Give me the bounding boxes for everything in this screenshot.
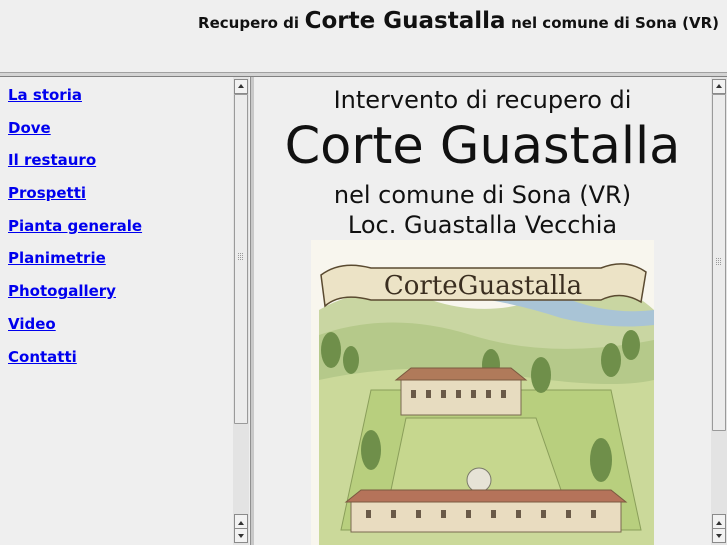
- comune-subtitle: nel comune di Sona (VR): [333, 181, 632, 209]
- illustration-drawing: CorteGuastalla: [311, 240, 654, 545]
- nav-item-la-storia: La storia: [8, 85, 142, 118]
- nav-link[interactable]: La storia: [8, 86, 82, 104]
- scroll-up-button[interactable]: [712, 79, 726, 94]
- nav-link[interactable]: Dove: [8, 119, 51, 137]
- header-prefix: Recupero di: [198, 14, 300, 32]
- corte-guastalla-illustration: CorteGuastalla: [311, 240, 654, 545]
- nav-link[interactable]: Contatti: [8, 348, 77, 366]
- nav-item-contatti: Contatti: [8, 347, 142, 380]
- scroll-down-button[interactable]: [712, 528, 726, 543]
- nav-item-pianta-generale: Pianta generale: [8, 216, 142, 249]
- arrow-up-icon: [716, 84, 722, 88]
- scroll-up-button[interactable]: [234, 79, 248, 94]
- nav-menu: La storia Dove Il restauro Prospetti Pia…: [8, 85, 142, 379]
- header-suffix: nel comune di Sona (VR): [511, 14, 719, 32]
- scroll-up-button-lower[interactable]: [712, 514, 726, 529]
- header-name: Corte Guastalla: [304, 8, 506, 34]
- grip-icon: [716, 258, 721, 265]
- top-frame: Recupero di Corte Guastalla nel comune d…: [0, 0, 727, 72]
- nav-scrollbar[interactable]: [233, 77, 249, 545]
- nav-link[interactable]: Pianta generale: [8, 217, 142, 235]
- arrow-up-icon: [238, 84, 244, 88]
- nav-item-video: Video: [8, 314, 142, 347]
- page-header-title: Recupero di Corte Guastalla nel comune d…: [198, 8, 719, 34]
- intro-heading: Intervento di recupero di: [333, 86, 632, 114]
- content-scrollbar[interactable]: [711, 77, 727, 545]
- navigation-frame: La storia Dove Il restauro Prospetti Pia…: [0, 77, 250, 545]
- nav-link[interactable]: Il restauro: [8, 151, 96, 169]
- arrow-down-icon: [238, 534, 244, 538]
- scroll-thumb[interactable]: [712, 94, 726, 431]
- nav-link[interactable]: Planimetrie: [8, 249, 106, 267]
- nav-item-il-restauro: Il restauro: [8, 150, 142, 183]
- nav-link[interactable]: Photogallery: [8, 282, 116, 300]
- illustration-banner-text: CorteGuastalla: [384, 271, 582, 301]
- arrow-down-icon: [716, 534, 722, 538]
- scroll-down-button[interactable]: [234, 528, 248, 543]
- nav-link[interactable]: Prospetti: [8, 184, 86, 202]
- grip-icon: [238, 253, 243, 260]
- nav-item-planimetrie: Planimetrie: [8, 248, 142, 281]
- nav-item-dove: Dove: [8, 118, 142, 151]
- nav-link[interactable]: Video: [8, 315, 56, 333]
- content-frame: Intervento di recupero di Corte Guastall…: [254, 77, 727, 545]
- scroll-up-button-lower[interactable]: [234, 514, 248, 529]
- nav-item-prospetti: Prospetti: [8, 183, 142, 216]
- nav-item-photogallery: Photogallery: [8, 281, 142, 314]
- scroll-thumb[interactable]: [234, 94, 248, 424]
- main-title: Corte Guastalla: [284, 117, 681, 176]
- location-subtitle: Loc. Guastalla Vecchia: [347, 211, 618, 239]
